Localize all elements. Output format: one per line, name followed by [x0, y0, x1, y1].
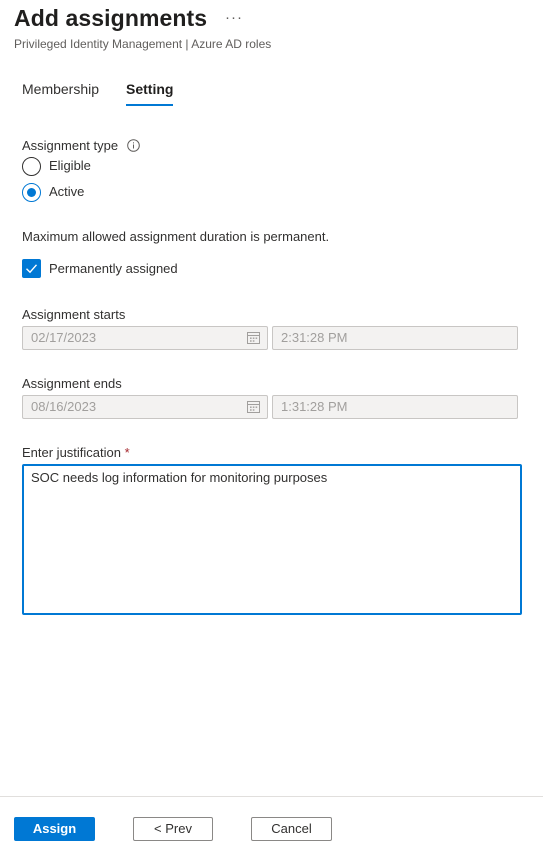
duration-note: Maximum allowed assignment duration is p…: [22, 229, 330, 244]
justification-label: Enter justification *: [22, 445, 130, 460]
required-marker: *: [124, 445, 130, 460]
assignment-type-label: Assignment type: [22, 138, 119, 153]
justification-textarea[interactable]: SOC needs log information for monitoring…: [22, 464, 522, 615]
radio-eligible-label: Eligible: [49, 158, 91, 173]
start-date-value: 02/17/2023: [31, 330, 97, 345]
end-time-field[interactable]: 1:31:28 PM: [272, 395, 518, 419]
radio-active-circle[interactable]: [22, 183, 41, 202]
permanently-assigned-checkbox[interactable]: [22, 259, 41, 278]
more-options-button[interactable]: ···: [225, 9, 243, 26]
permanently-assigned-label: Permanently assigned: [49, 261, 178, 276]
active-tab-indicator: [126, 104, 174, 106]
assignment-ends-label: Assignment ends: [22, 376, 122, 391]
info-icon[interactable]: [127, 139, 140, 152]
tab-membership[interactable]: Membership: [22, 81, 99, 97]
calendar-icon[interactable]: [247, 401, 260, 413]
tab-setting[interactable]: Setting: [126, 81, 174, 106]
radio-eligible-circle[interactable]: [22, 157, 41, 176]
start-time-value: 2:31:28 PM: [281, 330, 348, 345]
footer-divider: [0, 796, 543, 797]
calendar-icon[interactable]: [247, 332, 260, 344]
assignment-starts-label: Assignment starts: [22, 307, 126, 322]
justification-label-text: Enter justification: [22, 445, 121, 460]
page-title: Add assignments: [14, 5, 208, 31]
end-date-value: 08/16/2023: [31, 399, 97, 414]
breadcrumb-subtitle: Privileged Identity Management | Azure A…: [14, 37, 272, 51]
tab-setting-label: Setting: [126, 81, 174, 97]
start-time-field[interactable]: 2:31:28 PM: [272, 326, 518, 350]
cancel-button[interactable]: Cancel: [251, 817, 332, 841]
prev-button[interactable]: < Prev: [133, 817, 213, 841]
end-date-field[interactable]: 08/16/2023: [22, 395, 268, 419]
checkmark-icon: [26, 264, 38, 274]
add-assignments-pane: Add assignments ··· Privileged Identity …: [0, 0, 543, 852]
end-time-value: 1:31:28 PM: [281, 399, 348, 414]
assign-button[interactable]: Assign: [14, 817, 95, 841]
radio-active-label: Active: [49, 184, 85, 199]
start-date-field[interactable]: 02/17/2023: [22, 326, 268, 350]
